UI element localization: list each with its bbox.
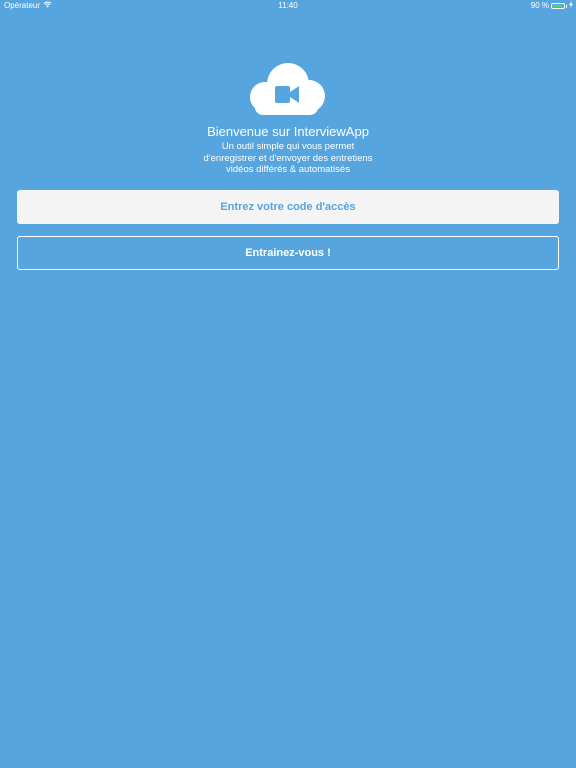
status-right: 90 %	[531, 0, 573, 12]
welcome-subtitle: Un outil simple qui vous permet d'enregi…	[0, 141, 576, 176]
subtitle-line: Un outil simple qui vous permet	[221, 141, 355, 152]
charging-icon	[569, 0, 573, 12]
cloud-video-camera-icon	[248, 62, 328, 118]
battery-tip	[566, 4, 567, 8]
subtitle-line: d'enregistrer et d'envoyer des entretien…	[203, 152, 373, 164]
subtitle-line: vidéos différés & automatisés	[226, 164, 350, 176]
battery-percent: 90 %	[530, 1, 549, 10]
battery-fill	[553, 5, 562, 7]
access-code-button[interactable]: Entrez votre code d'accès	[17, 190, 559, 224]
battery-icon	[551, 3, 565, 9]
train-button[interactable]: Entrainez-vous !	[17, 236, 559, 270]
welcome-title: Bienvenue sur InterviewApp	[207, 124, 369, 139]
status-bar: Opérateur 11:40 90 %	[0, 0, 576, 12]
status-time: 11:40	[278, 1, 298, 10]
